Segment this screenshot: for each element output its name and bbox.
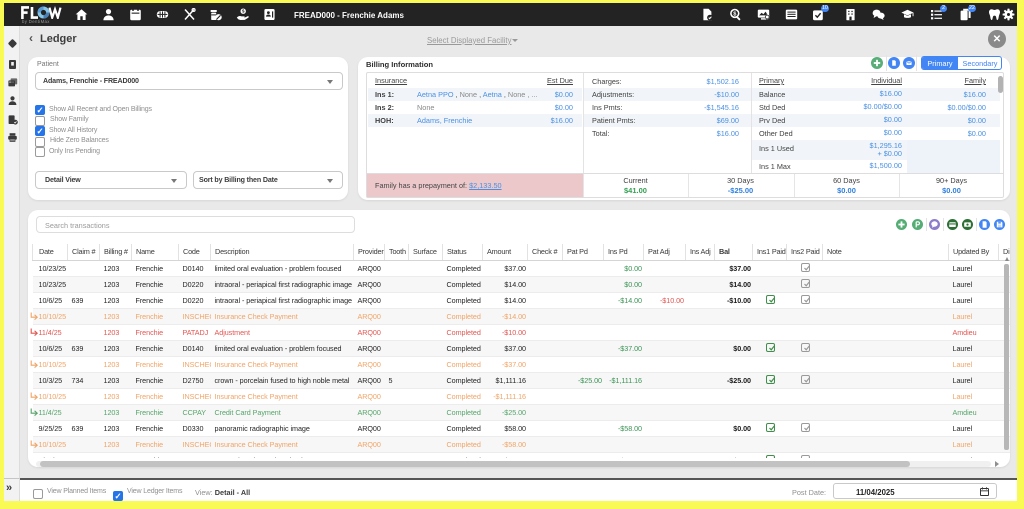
svg-text:$: $ — [733, 11, 736, 17]
